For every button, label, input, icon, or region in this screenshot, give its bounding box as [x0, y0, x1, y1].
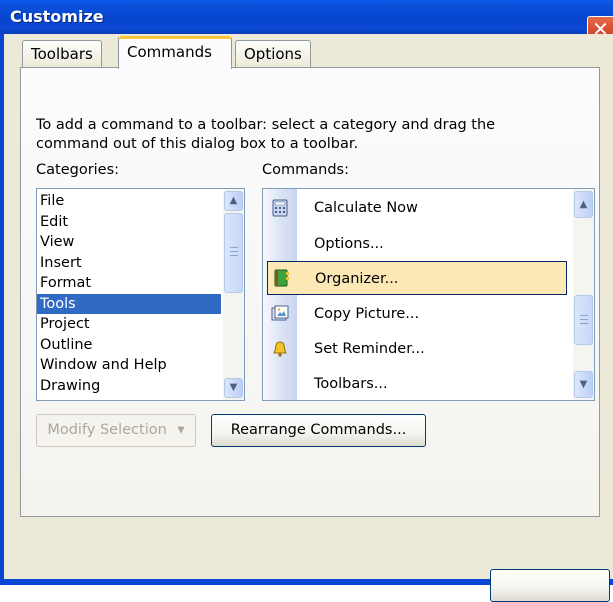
tab-commands-label: Commands — [127, 43, 212, 61]
grip-line — [580, 323, 588, 324]
rearrange-commands-button[interactable]: Rearrange Commands... — [211, 414, 426, 447]
command-item-options[interactable]: Options... — [263, 227, 569, 261]
command-label: Options... — [314, 236, 384, 252]
category-item-window-and-help[interactable]: Window and Help — [37, 355, 221, 376]
command-item-toolbars[interactable]: Toolbars... — [263, 367, 569, 401]
grip-line — [580, 319, 588, 320]
command-label: Organizer... — [315, 271, 399, 287]
command-item-calculate-now[interactable]: Calculate Now — [263, 191, 569, 225]
rearrange-commands-label: Rearrange Commands... — [230, 422, 407, 438]
copy-picture-icon — [271, 305, 289, 321]
categories-list: File Edit View Insert Format Tools Proje… — [37, 191, 221, 396]
tab-commands[interactable]: Commands — [118, 36, 232, 69]
categories-label: Categories: — [36, 162, 120, 178]
commands-label: Commands: — [262, 162, 349, 178]
category-item-drawing[interactable]: Drawing — [37, 376, 221, 397]
calculator-icon — [272, 199, 288, 217]
commands-listbox[interactable]: Calculate Now Options... Organizer... Co… — [262, 188, 595, 401]
categories-listbox[interactable]: File Edit View Insert Format Tools Proje… — [36, 188, 245, 401]
category-item-project[interactable]: Project — [37, 314, 221, 335]
scroll-up-icon[interactable]: ▲ — [224, 191, 243, 211]
category-item-view[interactable]: View — [37, 232, 221, 253]
category-item-file[interactable]: File — [37, 191, 221, 212]
organizer-book-icon — [274, 269, 289, 287]
command-label: Calculate Now — [314, 200, 418, 216]
grip-line — [230, 251, 238, 252]
tab-options[interactable]: Options — [235, 40, 311, 68]
scroll-up-icon[interactable]: ▲ — [574, 191, 593, 218]
category-item-edit[interactable]: Edit — [37, 212, 221, 233]
category-item-insert[interactable]: Insert — [37, 253, 221, 274]
category-item-tools[interactable]: Tools — [37, 293, 221, 314]
close-button-placeholder — [490, 569, 610, 602]
grip-line — [580, 315, 588, 316]
bell-icon — [273, 341, 287, 357]
tab-options-label: Options — [244, 45, 302, 63]
category-item-format[interactable]: Format — [37, 273, 221, 294]
commands-scrollbar[interactable]: ▲ ▼ — [573, 189, 594, 400]
scroll-down-icon[interactable]: ▼ — [224, 378, 243, 398]
categories-scrollbar[interactable]: ▲ ▼ — [223, 189, 244, 400]
tab-strip: Toolbars Commands Options — [20, 34, 600, 69]
command-item-set-reminder[interactable]: Set Reminder... — [263, 332, 569, 366]
command-label: Toolbars... — [314, 376, 388, 392]
grip-line — [230, 247, 238, 248]
tab-toolbars-label: Toolbars — [31, 45, 93, 63]
instructions-text: To add a command to a toolbar: select a … — [36, 117, 496, 152]
dropdown-arrow-icon: ▾ — [177, 422, 185, 438]
scroll-down-icon[interactable]: ▼ — [574, 371, 593, 398]
command-item-copy-picture[interactable]: Copy Picture... — [263, 297, 569, 331]
modify-selection-label: Modify Selection — [47, 422, 167, 438]
window-title: Customize — [10, 7, 104, 26]
command-item-organizer[interactable]: Organizer... — [267, 261, 567, 295]
tab-toolbars[interactable]: Toolbars — [22, 40, 102, 68]
modify-selection-button[interactable]: Modify Selection ▾ — [36, 414, 196, 447]
scroll-thumb[interactable] — [224, 213, 243, 293]
scroll-thumb[interactable] — [574, 295, 593, 345]
grip-line — [230, 255, 238, 256]
title-bar[interactable]: Customize — [0, 0, 613, 34]
command-label: Copy Picture... — [314, 306, 420, 322]
command-label: Set Reminder... — [314, 341, 425, 357]
category-item-outline[interactable]: Outline — [37, 335, 221, 356]
